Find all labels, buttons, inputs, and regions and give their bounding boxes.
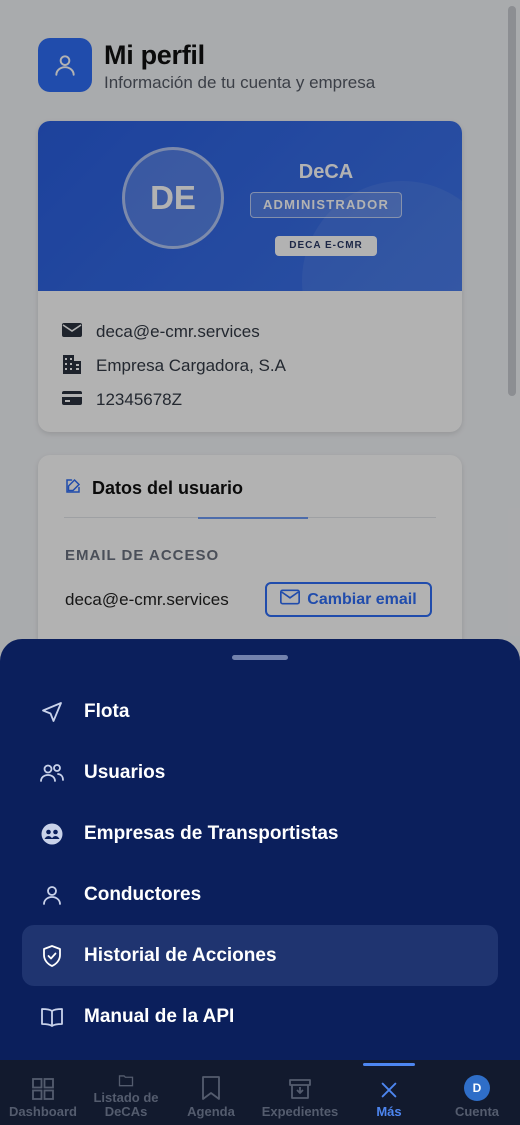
nav-item-expedientes[interactable]: Expedientes <box>256 1060 344 1125</box>
nav-label: Listado de DeCAs <box>93 1090 159 1119</box>
nav-item-dashboard[interactable]: Dashboard <box>0 1060 86 1125</box>
nav-item-listado-decas[interactable]: Listado de DeCAs <box>86 1060 166 1125</box>
nav-label: Expedientes <box>261 1104 339 1119</box>
more-menu: Flota Usuarios Empresas de Transportista… <box>22 681 498 1047</box>
menu-item-manual-api[interactable]: Manual de la API <box>22 986 498 1047</box>
archive-icon <box>288 1077 312 1101</box>
companies-icon <box>39 821 65 847</box>
menu-item-label: Empresas de Transportistas <box>84 822 339 844</box>
avatar: D <box>464 1075 490 1101</box>
users-icon <box>39 760 65 786</box>
nav-label: Dashboard <box>9 1104 77 1119</box>
menu-item-label: Usuarios <box>84 761 166 783</box>
menu-item-label: Conductores <box>84 883 202 905</box>
nav-item-agenda[interactable]: Agenda <box>166 1060 256 1125</box>
grid-icon <box>31 1077 55 1101</box>
nav-label: Agenda <box>187 1104 235 1119</box>
user-icon <box>39 882 65 908</box>
nav-item-cuenta[interactable]: D Cuenta <box>434 1060 520 1125</box>
menu-item-label: Historial de Acciones <box>84 944 277 966</box>
folder-icon <box>118 1074 134 1087</box>
navigation-arrow-icon <box>39 699 65 725</box>
sheet-drag-handle[interactable] <box>232 655 288 660</box>
bookmark-icon <box>199 1075 223 1101</box>
nav-label: Cuenta <box>454 1104 500 1119</box>
more-menu-sheet: Flota Usuarios Empresas de Transportista… <box>0 639 520 1060</box>
nav-item-mas[interactable]: Más <box>344 1060 434 1125</box>
close-icon <box>378 1079 400 1101</box>
menu-item-conductores[interactable]: Conductores <box>22 864 498 925</box>
bottom-nav: Dashboard Listado de DeCAs Agenda Expedi… <box>0 1060 520 1125</box>
menu-item-flota[interactable]: Flota <box>22 681 498 742</box>
menu-item-label: Manual de la API <box>84 1005 235 1027</box>
shield-check-icon <box>39 943 65 969</box>
menu-item-label: Flota <box>84 700 130 722</box>
menu-item-historial-acciones[interactable]: Historial de Acciones <box>22 925 498 986</box>
nav-label: Más <box>376 1104 402 1119</box>
menu-item-empresas-transportistas[interactable]: Empresas de Transportistas <box>22 803 498 864</box>
menu-item-usuarios[interactable]: Usuarios <box>22 742 498 803</box>
book-icon <box>39 1004 65 1030</box>
